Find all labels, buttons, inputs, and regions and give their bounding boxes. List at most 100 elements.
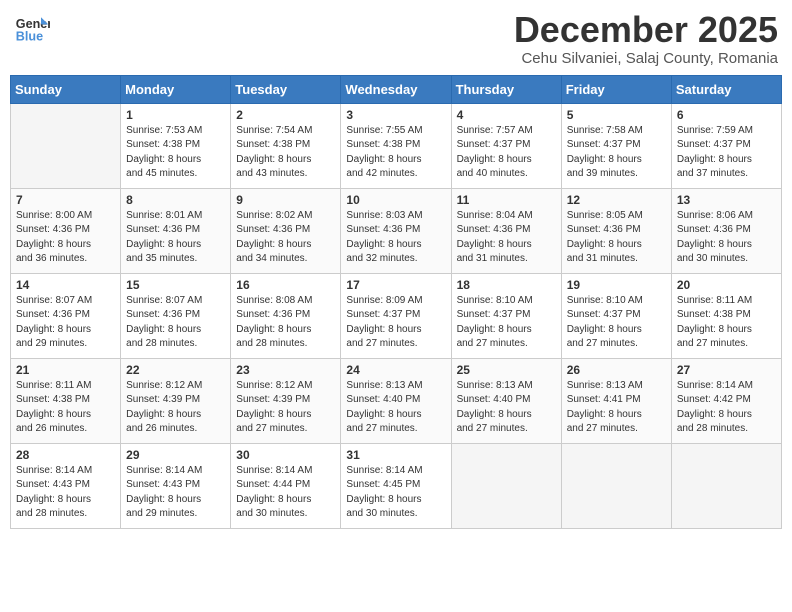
day-cell: 19 Sunrise: 8:10 AM Sunset: 4:37 PM Dayli… xyxy=(561,273,671,358)
weekday-thursday: Thursday xyxy=(451,75,561,103)
week-row-1: 1Sunrise: 7:53 AM Sunset: 4:38 PM Daylig… xyxy=(11,103,782,188)
day-cell: 10Sunrise: 8:03 AM Sunset: 4:36 PM Dayli… xyxy=(341,188,451,273)
day-info: Sunrise: 8:00 AM Sunset: 4:36 PM Dayligh… xyxy=(16,209,115,267)
day-info: Sunrise: 8:13 AM Sunset: 4:41 PM Dayligh… xyxy=(567,379,666,437)
day-number: 27 xyxy=(677,363,776,377)
day-cell: 15 Sunrise: 8:07 AM Sunset: 4:36 PM Dayli… xyxy=(121,273,231,358)
day-info: Sunrise: 8:14 AM Sunset: 4:44 PM Dayligh… xyxy=(236,464,335,522)
day-number: 4 xyxy=(457,108,556,122)
day-cell: 2 Sunrise: 7:54 AM Sunset: 4:38 PM Daylig… xyxy=(231,103,341,188)
day-info: Sunrise: 8:10 AM Sunset: 4:37 PM Dayligh… xyxy=(457,294,556,352)
day-info: Sunrise: 8:12 AM Sunset: 4:39 PM Dayligh… xyxy=(126,379,225,437)
day-cell: 31 Sunrise: 8:14 AM Sunset: 4:45 PM Dayli… xyxy=(341,443,451,528)
day-cell: 28Sunrise: 8:14 AM Sunset: 4:43 PM Dayli… xyxy=(11,443,121,528)
logo-icon: General Blue xyxy=(14,10,50,46)
day-number: 9 xyxy=(236,193,335,207)
day-number: 18 xyxy=(457,278,556,292)
day-number: 17 xyxy=(346,278,445,292)
day-number: 25 xyxy=(457,363,556,377)
day-number: 29 xyxy=(126,448,225,462)
day-number: 2 xyxy=(236,108,335,122)
day-number: 26 xyxy=(567,363,666,377)
day-cell: 21 Sunrise: 8:11 AM Sunset: 4:38 PM Dayli… xyxy=(11,358,121,443)
day-info: Sunrise: 7:57 AM Sunset: 4:37 PM Dayligh… xyxy=(457,124,556,182)
day-cell: 25 Sunrise: 8:13 AM Sunset: 4:40 PM Dayli… xyxy=(451,358,561,443)
day-cell: 24Sunrise: 8:13 AM Sunset: 4:40 PM Dayli… xyxy=(341,358,451,443)
month-title: December 2025 xyxy=(514,10,778,50)
day-info: Sunrise: 8:10 AM Sunset: 4:37 PM Dayligh… xyxy=(567,294,666,352)
day-cell: 4 Sunrise: 7:57 AM Sunset: 4:37 PM Daylig… xyxy=(451,103,561,188)
day-info: Sunrise: 8:07 AM Sunset: 4:36 PM Dayligh… xyxy=(16,294,115,352)
day-info: Sunrise: 7:53 AM Sunset: 4:38 PM Dayligh… xyxy=(126,124,225,182)
day-info: Sunrise: 8:09 AM Sunset: 4:37 PM Dayligh… xyxy=(346,294,445,352)
logo: General Blue xyxy=(14,10,50,46)
day-number: 7 xyxy=(16,193,115,207)
day-cell: 18 Sunrise: 8:10 AM Sunset: 4:37 PM Dayli… xyxy=(451,273,561,358)
day-number: 12 xyxy=(567,193,666,207)
day-info: Sunrise: 8:13 AM Sunset: 4:40 PM Dayligh… xyxy=(457,379,556,437)
day-info: Sunrise: 8:14 AM Sunset: 4:43 PM Dayligh… xyxy=(126,464,225,522)
day-number: 13 xyxy=(677,193,776,207)
page-header: General Blue December 2025 Cehu Silvanie… xyxy=(10,10,782,67)
day-number: 3 xyxy=(346,108,445,122)
day-info: Sunrise: 8:14 AM Sunset: 4:42 PM Dayligh… xyxy=(677,379,776,437)
day-info: Sunrise: 8:02 AM Sunset: 4:36 PM Dayligh… xyxy=(236,209,335,267)
day-info: Sunrise: 8:14 AM Sunset: 4:43 PM Dayligh… xyxy=(16,464,115,522)
calendar-table: SundayMondayTuesdayWednesdayThursdayFrid… xyxy=(10,75,782,529)
day-cell: 8 Sunrise: 8:01 AM Sunset: 4:36 PM Daylig… xyxy=(121,188,231,273)
week-row-4: 21 Sunrise: 8:11 AM Sunset: 4:38 PM Dayli… xyxy=(11,358,782,443)
day-number: 19 xyxy=(567,278,666,292)
day-number: 15 xyxy=(126,278,225,292)
day-number: 8 xyxy=(126,193,225,207)
day-info: Sunrise: 8:08 AM Sunset: 4:36 PM Dayligh… xyxy=(236,294,335,352)
calendar-body: 1Sunrise: 7:53 AM Sunset: 4:38 PM Daylig… xyxy=(11,103,782,528)
week-row-5: 28Sunrise: 8:14 AM Sunset: 4:43 PM Dayli… xyxy=(11,443,782,528)
day-number: 22 xyxy=(126,363,225,377)
day-cell: 13 Sunrise: 8:06 AM Sunset: 4:36 PM Dayli… xyxy=(671,188,781,273)
day-info: Sunrise: 8:07 AM Sunset: 4:36 PM Dayligh… xyxy=(126,294,225,352)
day-info: Sunrise: 8:06 AM Sunset: 4:36 PM Dayligh… xyxy=(677,209,776,267)
day-cell xyxy=(451,443,561,528)
day-cell: 17 Sunrise: 8:09 AM Sunset: 4:37 PM Dayli… xyxy=(341,273,451,358)
day-cell: 20Sunrise: 8:11 AM Sunset: 4:38 PM Dayli… xyxy=(671,273,781,358)
svg-text:Blue: Blue xyxy=(16,30,43,44)
day-number: 21 xyxy=(16,363,115,377)
day-number: 23 xyxy=(236,363,335,377)
day-info: Sunrise: 8:05 AM Sunset: 4:36 PM Dayligh… xyxy=(567,209,666,267)
day-info: Sunrise: 8:12 AM Sunset: 4:39 PM Dayligh… xyxy=(236,379,335,437)
day-number: 31 xyxy=(346,448,445,462)
day-cell: 12 Sunrise: 8:05 AM Sunset: 4:36 PM Dayli… xyxy=(561,188,671,273)
day-cell: 5Sunrise: 7:58 AM Sunset: 4:37 PM Daylig… xyxy=(561,103,671,188)
day-info: Sunrise: 8:03 AM Sunset: 4:36 PM Dayligh… xyxy=(346,209,445,267)
weekday-monday: Monday xyxy=(121,75,231,103)
day-info: Sunrise: 8:11 AM Sunset: 4:38 PM Dayligh… xyxy=(16,379,115,437)
day-info: Sunrise: 7:59 AM Sunset: 4:37 PM Dayligh… xyxy=(677,124,776,182)
day-number: 16 xyxy=(236,278,335,292)
day-info: Sunrise: 8:01 AM Sunset: 4:36 PM Dayligh… xyxy=(126,209,225,267)
day-cell: 3 Sunrise: 7:55 AM Sunset: 4:38 PM Daylig… xyxy=(341,103,451,188)
day-cell: 11Sunrise: 8:04 AM Sunset: 4:36 PM Dayli… xyxy=(451,188,561,273)
weekday-friday: Friday xyxy=(561,75,671,103)
day-cell: 26 Sunrise: 8:13 AM Sunset: 4:41 PM Dayli… xyxy=(561,358,671,443)
day-info: Sunrise: 7:58 AM Sunset: 4:37 PM Dayligh… xyxy=(567,124,666,182)
day-cell xyxy=(561,443,671,528)
weekday-tuesday: Tuesday xyxy=(231,75,341,103)
weekday-sunday: Sunday xyxy=(11,75,121,103)
day-cell: 22 Sunrise: 8:12 AM Sunset: 4:39 PM Dayli… xyxy=(121,358,231,443)
day-cell: 6Sunrise: 7:59 AM Sunset: 4:37 PM Daylig… xyxy=(671,103,781,188)
day-cell: 9 Sunrise: 8:02 AM Sunset: 4:36 PM Daylig… xyxy=(231,188,341,273)
day-info: Sunrise: 8:14 AM Sunset: 4:45 PM Dayligh… xyxy=(346,464,445,522)
day-cell xyxy=(11,103,121,188)
day-number: 20 xyxy=(677,278,776,292)
day-info: Sunrise: 8:13 AM Sunset: 4:40 PM Dayligh… xyxy=(346,379,445,437)
day-cell: 30Sunrise: 8:14 AM Sunset: 4:44 PM Dayli… xyxy=(231,443,341,528)
day-cell: 23 Sunrise: 8:12 AM Sunset: 4:39 PM Dayli… xyxy=(231,358,341,443)
day-info: Sunrise: 7:54 AM Sunset: 4:38 PM Dayligh… xyxy=(236,124,335,182)
day-cell: 1Sunrise: 7:53 AM Sunset: 4:38 PM Daylig… xyxy=(121,103,231,188)
day-cell xyxy=(671,443,781,528)
weekday-header-row: SundayMondayTuesdayWednesdayThursdayFrid… xyxy=(11,75,782,103)
weekday-saturday: Saturday xyxy=(671,75,781,103)
week-row-3: 14Sunrise: 8:07 AM Sunset: 4:36 PM Dayli… xyxy=(11,273,782,358)
day-cell: 27 Sunrise: 8:14 AM Sunset: 4:42 PM Dayli… xyxy=(671,358,781,443)
day-info: Sunrise: 7:55 AM Sunset: 4:38 PM Dayligh… xyxy=(346,124,445,182)
